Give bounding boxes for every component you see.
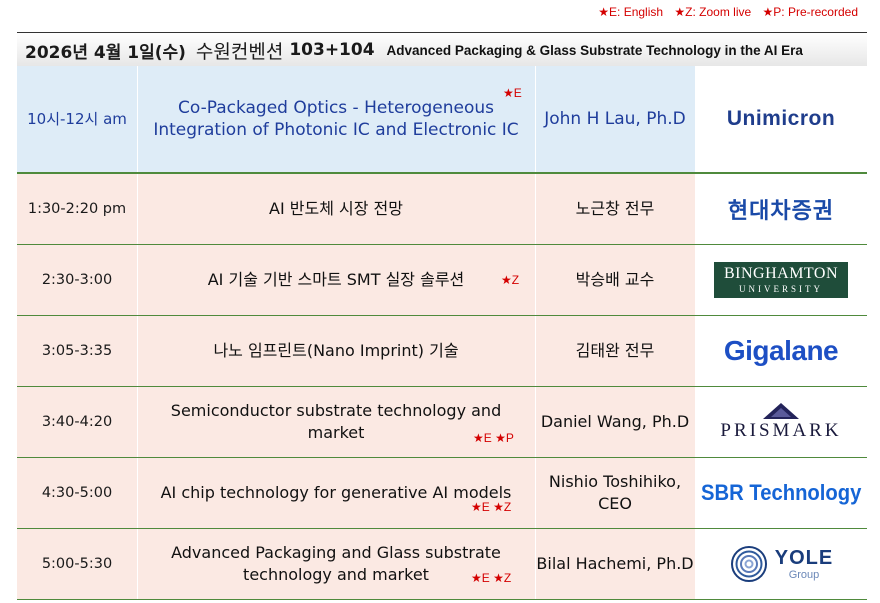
column-divider (137, 66, 138, 172)
event-venue: 수원컨벤션 (195, 40, 284, 63)
column-divider (535, 66, 536, 172)
column-divider (535, 458, 536, 528)
company-logo: 현대차증권 (695, 174, 867, 244)
language-tags: ★E ★Z (471, 571, 512, 585)
session-speaker: Nishio Toshihiko, CEO (548, 472, 682, 513)
column-divider (137, 174, 138, 244)
session-title: 나노 임프린트(Nano Imprint) 기술 (213, 341, 459, 360)
session-speaker: Daniel Wang, Ph.D (540, 412, 690, 431)
session-time: 5:00-5:30 (41, 555, 113, 572)
session-time: 3:40-4:20 (41, 413, 113, 430)
language-tags: ★E (503, 86, 522, 100)
session-row: 10시-12시 am Co-Packaged Optics - Heteroge… (17, 66, 867, 174)
schedule-table: 10시-12시 am Co-Packaged Optics - Heteroge… (17, 66, 867, 600)
event-subtitle: Advanced Packaging & Glass Substrate Tec… (386, 42, 803, 58)
session-time: 1:30-2:20 pm (27, 200, 127, 217)
column-divider (137, 316, 138, 386)
session-row: 3:05-3:35 나노 임프린트(Nano Imprint) 기술 김태완 전… (17, 316, 867, 387)
prismark-logo: PRISMARK (720, 402, 841, 442)
language-tags: ★E ★Z (471, 500, 512, 514)
column-divider (535, 529, 536, 599)
column-divider (137, 387, 138, 457)
session-title: Semiconductor substrate technology and m… (170, 401, 502, 442)
company-logo: Unimicron (695, 66, 867, 172)
binghamton-logo-sub: UNIVERSITY (739, 284, 823, 294)
company-logo: PRISMARK (695, 387, 867, 457)
session-time: 10시-12시 am (27, 109, 127, 128)
session-row: 4:30-5:00 AI chip technology for generat… (17, 458, 867, 529)
session-time: 2:30-3:00 (41, 271, 113, 288)
binghamton-logo-name: BINGHAMTON (723, 265, 839, 282)
language-tags: ★E ★P (473, 431, 514, 445)
company-logo: BINGHAMTON UNIVERSITY (695, 245, 867, 315)
prismark-emblem-icon (763, 403, 799, 419)
session-title: Advanced Packaging and Glass substrate t… (171, 543, 501, 584)
column-divider (137, 245, 138, 315)
session-title: Co-Packaged Optics - Heterogeneous Integ… (153, 98, 519, 140)
column-divider (137, 458, 138, 528)
session-row: 2:30-3:00 AI 기술 기반 스마트 SMT 실장 솔루션 박승배 교수… (17, 245, 867, 316)
yole-logo: YOLE Group (729, 544, 833, 584)
company-logo: SBR Technology (695, 458, 867, 528)
language-tags: ★Z (501, 273, 520, 287)
company-logo: Gigalane (695, 316, 867, 386)
session-time: 3:05-3:35 (41, 342, 113, 359)
session-title: AI 반도체 시장 전망 (269, 199, 403, 218)
sbr-technology-logo: SBR Technology (700, 480, 862, 505)
session-title: AI 기술 기반 스마트 SMT 실장 솔루션 (207, 270, 465, 289)
yole-rings-icon (730, 546, 767, 582)
column-divider (535, 245, 536, 315)
session-row: 1:30-2:20 pm AI 반도체 시장 전망 노근창 전무 현대차증권 (17, 174, 867, 245)
column-divider (535, 174, 536, 244)
session-row: 3:40-4:20 Semiconductor substrate techno… (17, 387, 867, 458)
hyundai-securities-logo: 현대차증권 (727, 199, 835, 224)
legend-zoom: ★Z: Zoom live (674, 5, 752, 19)
company-logo: YOLE Group (695, 529, 867, 599)
session-title: AI chip technology for generative AI mod… (160, 483, 512, 502)
legend-english: ★E: English (598, 5, 664, 19)
legend: ★E: English ★Z: Zoom live ★P: Pre-record… (590, 5, 858, 19)
column-divider (535, 316, 536, 386)
gigalane-logo: Gigalane (723, 335, 839, 366)
yole-logo-name: YOLE (774, 546, 834, 569)
session-speaker: 노근창 전무 (575, 199, 655, 218)
session-speaker: 박승배 교수 (575, 270, 655, 289)
session-row: 5:00-5:30 Advanced Packaging and Glass s… (17, 529, 867, 600)
session-speaker: John H Lau, Ph.D (544, 109, 686, 129)
yole-logo-sub: Group (788, 568, 820, 581)
column-divider (535, 387, 536, 457)
session-speaker: Bilal Hachemi, Ph.D (536, 554, 694, 573)
prismark-logo-text: PRISMARK (720, 420, 842, 441)
legend-prerecorded: ★P: Pre-recorded (762, 5, 858, 19)
column-divider (137, 529, 138, 599)
unimicron-logo: Unimicron (726, 107, 836, 130)
event-date: 2026년 4월 1일(수) (25, 42, 186, 63)
session-time: 4:30-5:00 (41, 484, 113, 501)
session-speaker: 김태완 전무 (575, 341, 655, 360)
title-bar: 2026년 4월 1일(수) 수원컨벤션 103+104 Advanced Pa… (17, 32, 867, 68)
binghamton-logo: BINGHAMTON UNIVERSITY (714, 262, 848, 298)
event-room: 103+104 (289, 40, 375, 60)
